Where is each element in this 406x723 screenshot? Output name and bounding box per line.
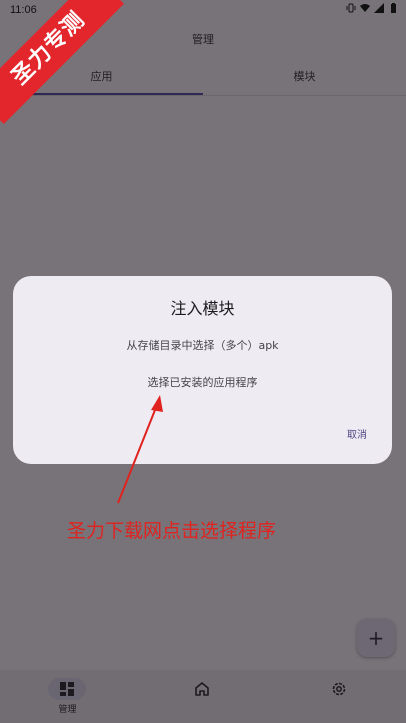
option-select-installed-app[interactable]: 选择已安装的应用程序 xyxy=(13,374,392,390)
add-fab-button[interactable]: + xyxy=(357,619,395,657)
nav-item-manage[interactable]: 管理 xyxy=(0,670,135,723)
inject-module-dialog: 注入模块 从存储目录中选择（多个）apk 选择已安装的应用程序 取消 xyxy=(13,276,392,464)
nav-item-home[interactable] xyxy=(135,670,270,723)
battery-icon xyxy=(388,3,398,13)
dashboard-icon xyxy=(60,682,74,696)
nav-label-manage: 管理 xyxy=(58,705,77,715)
vibrate-icon xyxy=(346,3,356,13)
status-time: 11:06 xyxy=(10,4,37,16)
tab-modules[interactable]: 模块 xyxy=(203,62,406,96)
status-icons xyxy=(346,3,398,13)
tab-divider xyxy=(0,95,406,96)
signal-icon xyxy=(374,3,384,13)
annotation-text: 圣力下载网点击选择程序 xyxy=(67,520,277,542)
nav-item-settings[interactable] xyxy=(272,670,406,723)
cancel-button[interactable]: 取消 xyxy=(347,426,367,441)
home-icon xyxy=(195,682,209,696)
dialog-title: 注入模块 xyxy=(170,299,235,318)
option-select-from-storage[interactable]: 从存储目录中选择（多个）apk xyxy=(13,337,392,353)
wifi-icon xyxy=(360,3,370,13)
tab-bar: 应用 模块 xyxy=(0,62,406,96)
plus-icon: + xyxy=(367,626,385,650)
bottom-navigation: 管理 xyxy=(0,670,406,723)
settings-icon xyxy=(332,682,346,696)
